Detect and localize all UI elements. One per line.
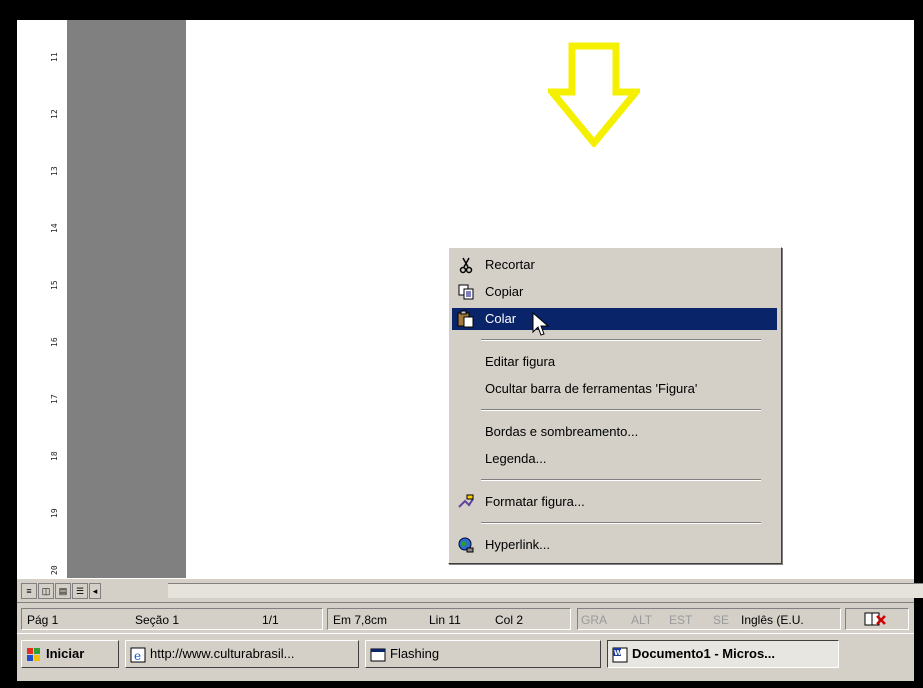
menu-item-label: Recortar — [485, 257, 535, 272]
menu-separator — [481, 409, 761, 411]
word-document-icon: W — [612, 647, 628, 663]
spelling-status-icon[interactable] — [862, 610, 888, 631]
menu-item-recortar[interactable]: Recortar — [452, 254, 777, 276]
task-label: Documento1 - Micros... — [632, 646, 776, 661]
context-menu: Recortar Copiar Colar Editar figura Ocul… — [448, 247, 782, 564]
menu-separator — [481, 522, 761, 524]
print-layout-view-icon[interactable]: ▤ — [55, 583, 71, 599]
taskbar: Iniciar e http://www.culturabrasil... Fla… — [17, 633, 914, 681]
copy-icon — [457, 283, 475, 301]
status-page-count: 1/1 — [262, 613, 279, 627]
status-line: Lin 11 — [429, 613, 461, 627]
ruler-label: 11 — [50, 52, 59, 62]
task-label: Flashing — [390, 646, 440, 661]
menu-item-bordas[interactable]: Bordas e sombreamento... — [452, 421, 777, 443]
menu-item-label: Copiar — [485, 284, 524, 299]
start-button[interactable]: Iniciar — [21, 640, 119, 668]
task-button-flashing[interactable]: Flashing — [365, 640, 601, 668]
svg-text:e: e — [134, 649, 141, 663]
svg-text:W: W — [614, 649, 622, 657]
status-ovr[interactable]: SE — [713, 613, 729, 627]
menu-item-legenda[interactable]: Legenda... — [452, 448, 777, 470]
menu-item-label: Colar — [485, 311, 517, 326]
ruler-label: 13 — [50, 166, 59, 176]
format-picture-icon — [457, 493, 475, 511]
scroll-left-icon[interactable]: ◂ — [89, 583, 101, 599]
status-page: Pág 1 — [27, 613, 59, 627]
paste-icon — [457, 310, 475, 328]
ruler-label: 19 — [50, 508, 59, 518]
web-layout-view-icon[interactable]: ◫ — [38, 583, 54, 599]
menu-separator — [481, 479, 761, 481]
ruler-label: 16 — [50, 337, 59, 347]
menu-item-hyperlink[interactable]: Hyperlink... — [452, 534, 777, 556]
normal-view-icon[interactable]: ≡ — [21, 583, 37, 599]
status-position: Em 7,8cm — [333, 613, 388, 627]
menu-item-label: Bordas e sombreamento... — [485, 424, 639, 439]
status-rec[interactable]: GRA — [581, 613, 607, 627]
ruler-label: 17 — [50, 394, 59, 404]
vertical-ruler[interactable]: 11 12 13 14 15 16 17 18 19 20 — [17, 20, 67, 578]
outline-view-icon[interactable]: ☰ — [72, 583, 88, 599]
menu-item-formatar-figura[interactable]: Formatar figura... — [452, 491, 777, 513]
menu-item-label: Legenda... — [485, 451, 547, 466]
task-label: http://www.culturabrasil... — [150, 646, 295, 661]
ruler-label: 15 — [50, 280, 59, 290]
ruler-label: 14 — [50, 223, 59, 233]
down-arrow-icon — [548, 42, 640, 147]
ruler-label: 18 — [50, 451, 59, 461]
status-bar: Pág 1 Seção 1 1/1 Em 7,8cm Lin 11 Col 2 … — [17, 602, 914, 633]
horizontal-scrollbar[interactable] — [168, 583, 923, 598]
mouse-cursor-icon — [532, 312, 550, 336]
menu-item-colar[interactable]: Colar — [452, 308, 777, 330]
menu-item-copiar[interactable]: Copiar — [452, 281, 777, 303]
status-column: Col 2 — [495, 613, 524, 627]
status-trk[interactable]: ALT — [631, 613, 652, 627]
ruler-label: 12 — [50, 109, 59, 119]
menu-item-editar-figura[interactable]: Editar figura — [452, 351, 777, 373]
menu-item-label: Formatar figura... — [485, 494, 585, 509]
scissors-icon — [457, 256, 475, 274]
status-section: Seção 1 — [135, 613, 180, 627]
window-icon — [370, 648, 386, 662]
page-margin-area — [67, 20, 186, 578]
status-language: Inglês (E.U. — [741, 613, 804, 627]
start-label: Iniciar — [46, 646, 85, 661]
internet-explorer-icon: e — [130, 647, 146, 663]
menu-item-ocultar-barra[interactable]: Ocultar barra de ferramentas 'Figura' — [452, 378, 777, 400]
menu-item-label: Ocultar barra de ferramentas 'Figura' — [485, 381, 698, 396]
ruler-label: 20 — [50, 565, 59, 575]
menu-item-label: Hyperlink... — [485, 537, 551, 552]
windows-logo-icon — [27, 647, 40, 661]
menu-separator — [481, 339, 761, 341]
view-toolbar: ≡ ◫ ▤ ☰ ◂ — [17, 578, 923, 601]
status-ext[interactable]: EST — [669, 613, 692, 627]
menu-item-label: Editar figura — [485, 354, 556, 369]
task-button-browser[interactable]: e http://www.culturabrasil... — [125, 640, 359, 668]
task-button-word[interactable]: W Documento1 - Micros... — [607, 640, 839, 668]
hyperlink-globe-icon — [457, 536, 475, 554]
